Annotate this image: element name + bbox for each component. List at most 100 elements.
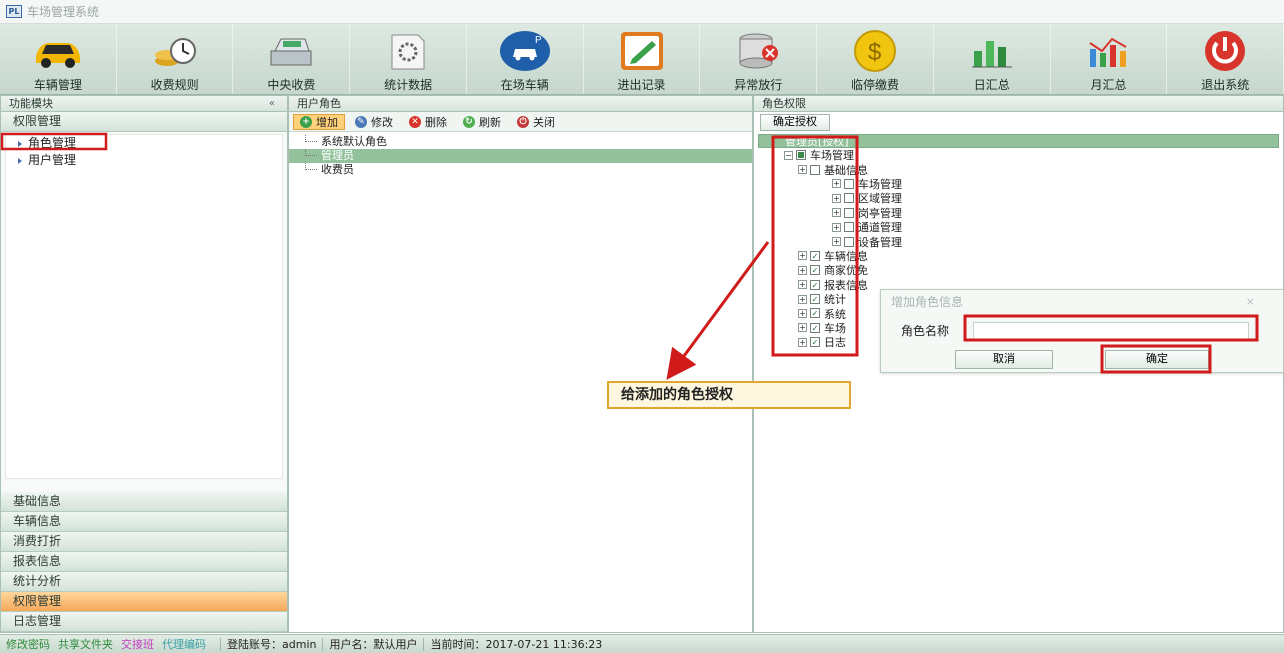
toolbar-button-10[interactable]: 月汇总 [1051,24,1168,94]
status-divider [220,637,221,651]
confirm-authorize-button[interactable]: 确定授权 [760,113,830,131]
expand-icon[interactable]: + [832,208,841,218]
action-button-4[interactable]: ↻ 刷新 [457,114,507,130]
svg-text:$: $ [868,39,881,66]
close-icon[interactable]: × [1246,290,1255,314]
toolbar-button-label: 临停缴费 [851,78,900,92]
report-gear-icon [382,27,434,75]
database-error-icon [732,27,784,75]
action-icon: ✕ [409,115,421,128]
ok-button[interactable]: 确定 [1105,350,1209,369]
checkbox[interactable]: ✓ [810,322,820,333]
module-group-7[interactable]: 日志管理 [1,612,287,632]
checkbox[interactable] [844,178,854,189]
module-group-5[interactable]: 统计分析 [1,572,287,592]
status-link-2[interactable]: 共享文件夹 [58,636,113,652]
role-label: 收费员 [321,163,354,176]
checkbox[interactable]: ✓ [810,294,820,305]
expand-icon[interactable]: + [832,237,841,247]
module-group-3[interactable]: 消费打折 [1,532,287,552]
action-button-1[interactable]: + 增加 [293,113,345,130]
auth-bar: 确定授权 [754,112,1283,132]
expand-icon[interactable]: + [798,165,807,175]
role-item-2[interactable]: 管理员 [289,149,752,163]
callout-note: 给添加的角色授权 [607,381,851,409]
perm-row-9[interactable]: + ✓ 商家优免 [754,263,1283,277]
toolbar-button-label: 在场车辆 [500,78,549,92]
role-item-1[interactable]: 系统默认角色 [289,135,752,149]
expand-icon[interactable]: + [832,193,841,203]
toolbar-button-2[interactable]: 收费规则 [117,24,234,94]
expand-icon[interactable]: + [832,222,841,232]
checkbox[interactable] [810,164,820,175]
toolbar-button-8[interactable]: $ 临停缴费 [817,24,934,94]
toolbar-button-3[interactable]: 中央收费 [233,24,351,94]
toolbar-button-11[interactable]: 退出系统 [1167,24,1284,94]
expand-icon[interactable]: + [798,251,807,261]
checkbox[interactable] [844,193,854,204]
toolbar-button-6[interactable]: 进出记录 [584,24,701,94]
perm-row-1[interactable]: − 车场管理 [754,148,1283,162]
bar-chart-icon [966,27,1018,75]
expand-icon[interactable]: + [798,337,807,347]
checkbox[interactable] [844,207,854,218]
power-icon [1199,27,1251,75]
expand-icon[interactable]: − [784,150,793,160]
cash-register-icon [265,27,317,75]
checkbox[interactable]: ✓ [810,308,820,319]
status-link-4[interactable]: 代理编码 [162,636,206,652]
status-link-3[interactable]: 交接班 [121,636,154,652]
module-group-4[interactable]: 报表信息 [1,552,287,572]
perm-row-4[interactable]: + 区域管理 [754,191,1283,205]
role-list: 系统默认角色 管理员 收费员 [289,132,752,177]
checkbox[interactable]: ✓ [810,250,820,261]
role-name-input[interactable] [973,322,1249,340]
group-header-active[interactable]: 权限管理 [1,112,287,132]
perm-row-2[interactable]: + 基础信息 [754,162,1283,177]
checkbox[interactable] [844,222,854,233]
expand-icon[interactable]: + [798,323,807,333]
perm-row-8[interactable]: + ✓ 车辆信息 [754,249,1283,263]
module-group-2[interactable]: 车辆信息 [1,512,287,532]
tree-root-selected[interactable]: 管理员[授权] [758,134,1279,148]
status-link-1[interactable]: 修改密码 [6,636,50,652]
perm-row-7[interactable]: + 设备管理 [754,234,1283,249]
cancel-button[interactable]: 取消 [955,350,1053,369]
collapse-icon[interactable]: « [269,96,275,111]
toolbar-button-1[interactable]: 车辆管理 [0,24,117,94]
tree-item-2[interactable]: 用户管理 [6,152,282,169]
perm-row-6[interactable]: + 通道管理 [754,220,1283,234]
panel-title: 用户角色 [297,97,341,110]
expand-icon[interactable]: + [832,179,841,189]
panel-header: 功能模块 « [1,96,287,112]
expand-icon[interactable]: + [798,308,807,318]
tree-connector [305,149,317,156]
permission-tree: 角色管理 用户管理 [5,134,283,479]
perm-row-5[interactable]: + 岗亭管理 [754,206,1283,220]
tree-item-1[interactable]: 角色管理 [6,135,282,152]
module-group-6[interactable]: 权限管理 [1,592,287,612]
add-role-dialog: 增加角色信息 × 角色名称 取消 确定 [880,289,1284,373]
status-divider [423,637,425,651]
panel-header: 角色权限 [754,96,1283,112]
perm-row-3[interactable]: + 车场管理 [754,177,1283,191]
action-icon: + [300,115,312,128]
action-button-2[interactable]: ✎ 修改 [349,114,399,130]
toolbar-button-5[interactable]: P 在场车辆 [467,24,584,94]
toolbar-button-7[interactable]: 异常放行 [700,24,818,94]
action-button-5[interactable]: ⏻ 关闭 [511,114,561,130]
toolbar-button-4[interactable]: 统计数据 [350,24,467,94]
expand-icon[interactable]: + [798,265,807,275]
checkbox[interactable] [796,150,806,161]
action-button-3[interactable]: ✕ 删除 [403,114,453,130]
toolbar-button-9[interactable]: 日汇总 [934,24,1051,94]
tree-connector [305,163,317,170]
expand-icon[interactable]: + [798,294,807,304]
checkbox[interactable] [844,236,854,247]
checkbox[interactable]: ✓ [810,265,820,276]
expand-icon[interactable]: + [798,280,807,290]
checkbox[interactable]: ✓ [810,279,820,290]
role-item-3[interactable]: 收费员 [289,163,752,177]
checkbox[interactable]: ✓ [810,337,820,348]
module-group-1[interactable]: 基础信息 [1,492,287,512]
